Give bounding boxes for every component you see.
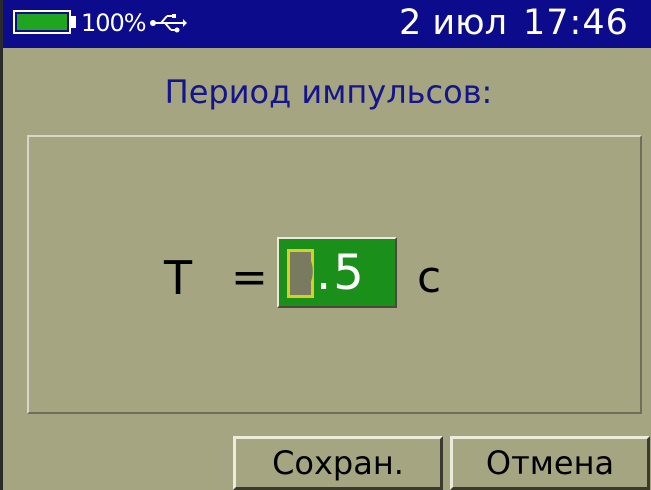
battery-icon bbox=[13, 10, 71, 34]
value-digits: .5 bbox=[316, 245, 366, 301]
status-date: 2 июл bbox=[399, 3, 507, 43]
page-title: Период импульсов: bbox=[164, 73, 493, 111]
battery-tip bbox=[71, 16, 76, 28]
equals-sign: = bbox=[231, 252, 268, 303]
usb-icon bbox=[150, 14, 187, 33]
value-input[interactable]: 0 .5 bbox=[277, 237, 397, 308]
battery-level-fill bbox=[17, 14, 67, 30]
status-bar: 100% 2 июл 17:46 bbox=[3, 0, 651, 48]
cancel-button[interactable]: Отмена bbox=[450, 436, 650, 490]
digit-cursor[interactable]: 0 bbox=[287, 249, 316, 298]
device-screen: 100% 2 июл 17:46 Период импульсов: T = 0… bbox=[0, 0, 651, 490]
parameter-label: T bbox=[164, 251, 193, 305]
status-time: 17:46 bbox=[523, 3, 629, 43]
cursor-digit: 0 bbox=[290, 250, 316, 296]
unit-label: с bbox=[417, 252, 442, 303]
save-button[interactable]: Сохран. bbox=[233, 436, 443, 490]
battery-percent: 100% bbox=[81, 9, 147, 37]
